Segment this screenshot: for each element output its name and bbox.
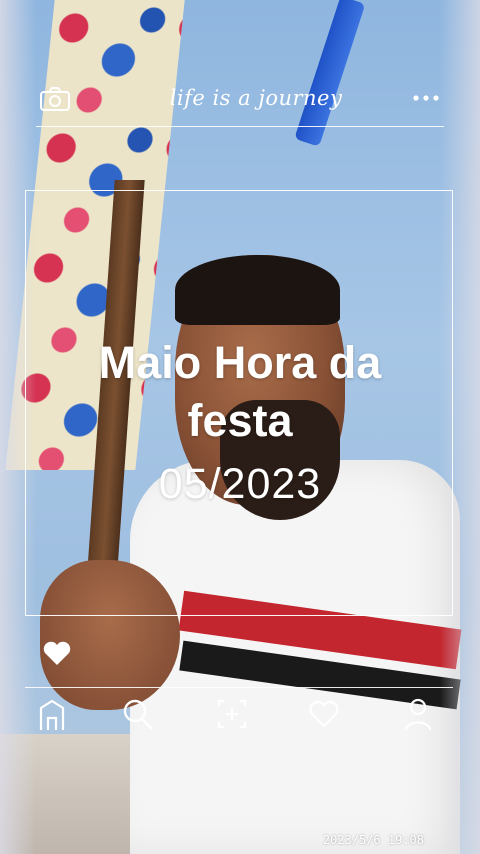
card-date: 05/2023	[158, 460, 322, 508]
timestamp: 2023/5/6 19:08	[322, 833, 424, 847]
bottom-nav	[25, 696, 453, 736]
add-photo-icon[interactable]	[215, 696, 249, 732]
heart-icon[interactable]	[42, 640, 72, 666]
divider	[25, 687, 453, 688]
profile-icon[interactable]	[401, 696, 435, 732]
card-title: Maio Hora da festa	[98, 337, 382, 446]
search-icon[interactable]	[121, 696, 155, 732]
tagline: life is a journey	[169, 86, 343, 110]
more-dots-icon[interactable]	[412, 88, 440, 108]
camera-icon[interactable]	[39, 86, 71, 112]
favorite-icon[interactable]	[307, 696, 341, 732]
top-bar: life is a journey	[36, 80, 444, 127]
home-icon[interactable]	[35, 696, 69, 732]
